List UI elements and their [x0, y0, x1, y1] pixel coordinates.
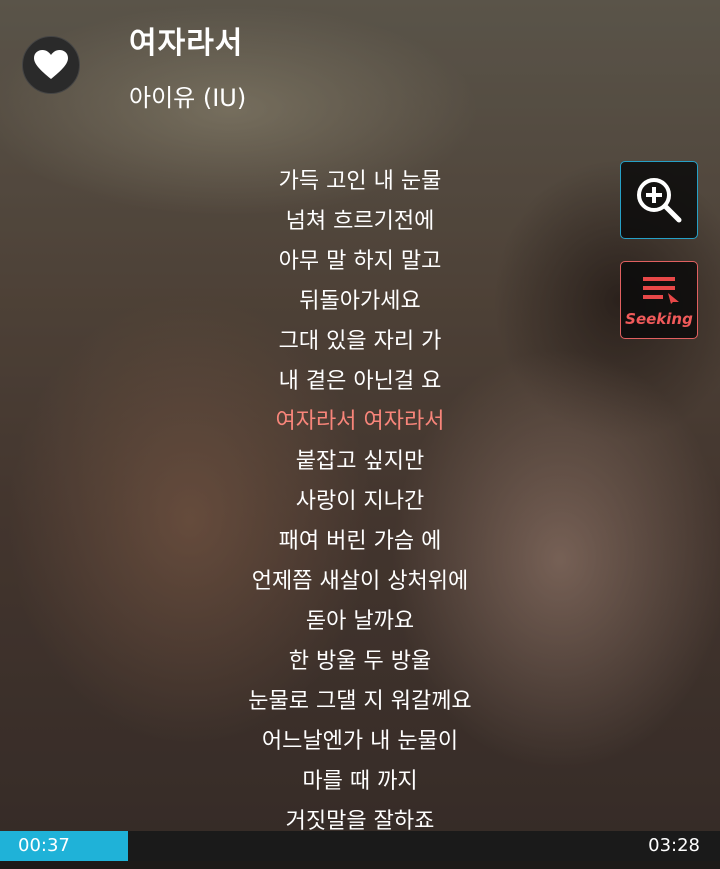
lyric-line[interactable]: 가득 고인 내 눈물 — [160, 162, 560, 202]
favorite-button[interactable] — [22, 36, 80, 94]
current-lyric-line[interactable]: 여자라서 여자라서 — [160, 402, 560, 442]
seeking-icon — [643, 277, 679, 304]
lyric-line[interactable]: 아무 말 하지 말고 — [160, 242, 560, 282]
lyrics-list: 가득 고인 내 눈물 넘쳐 흐르기전에 아무 말 하지 말고 뒤돌아가세요 그대 있을 … — [160, 162, 560, 842]
lyric-line[interactable]: 언제쯤 새살이 상처위에 — [160, 562, 560, 602]
bottom-strip — [0, 861, 720, 869]
seeking-label: Seeking — [625, 310, 693, 328]
seeking-button[interactable]: Seeking — [620, 261, 698, 339]
lyric-line[interactable]: 눈물로 그댈 지 워갈께요 — [160, 682, 560, 722]
lyric-line[interactable]: 돋아 날까요 — [160, 602, 560, 642]
zoom-in-icon — [637, 178, 682, 223]
lyric-line[interactable]: 뒤돌아가세요 — [160, 282, 560, 322]
lyric-line[interactable]: 마를 때 까지 — [160, 762, 560, 802]
lyric-line[interactable]: 붙잡고 싶지만 — [160, 442, 560, 482]
song-title: 여자라서 — [129, 26, 244, 61]
total-time: 03:28 — [648, 835, 700, 856]
lyric-line[interactable]: 그대 있을 자리 가 — [160, 322, 560, 362]
lyric-line[interactable]: 한 방울 두 방울 — [160, 642, 560, 682]
lyric-line[interactable]: 패여 버린 가슴 에 — [160, 522, 560, 562]
artist-name: 아이유 (IU) — [129, 84, 247, 112]
lyric-line[interactable]: 넘쳐 흐르기전에 — [160, 202, 560, 242]
playback-progress-bar[interactable]: 00:37 03:28 — [0, 831, 720, 861]
lyric-line[interactable]: 어느날엔가 내 눈물이 — [160, 722, 560, 762]
heart-icon — [34, 50, 68, 79]
elapsed-time: 00:37 — [18, 835, 70, 856]
lyric-line[interactable]: 사랑이 지나간 — [160, 482, 560, 522]
lyric-line[interactable]: 내 곁은 아닌걸 요 — [160, 362, 560, 402]
zoom-button[interactable] — [620, 161, 698, 239]
